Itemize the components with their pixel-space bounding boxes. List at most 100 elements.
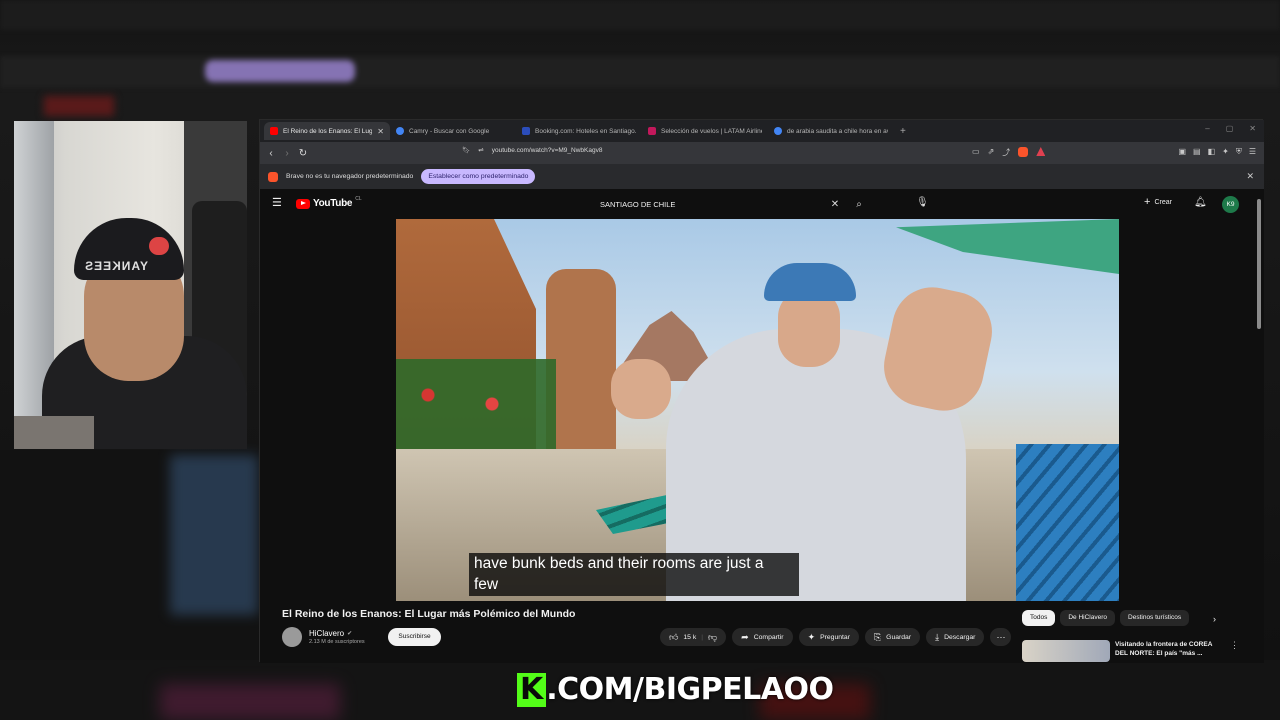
thumbs-down-icon[interactable]: 👎︎ — [708, 632, 717, 643]
extensions-icon[interactable]: ✦ — [1222, 147, 1229, 157]
webcam-cap-logo — [149, 237, 169, 255]
reload-icon[interactable]: ↻ — [295, 148, 311, 159]
brave-rewards-icon[interactable] — [1036, 147, 1046, 156]
tab-booking[interactable]: Booking.com: Hoteles en Santiago. — [516, 122, 642, 140]
blurred-titlebar — [0, 0, 1280, 30]
chip-tourist-destinations[interactable]: Destinos turísticos — [1120, 610, 1190, 626]
tab-latam[interactable]: Selección de vuelos | LATAM Airlines — [642, 122, 768, 140]
youtube-logo[interactable]: YouTube CL — [296, 195, 362, 209]
blurred-thumbnail — [170, 455, 258, 615]
chip-all[interactable]: Todos — [1022, 610, 1056, 626]
minimize-icon[interactable]: – — [1205, 124, 1209, 133]
region-code: CL — [355, 195, 362, 202]
google-favicon-icon — [774, 127, 782, 135]
blurred-pill — [205, 60, 355, 82]
close-tab-icon[interactable]: ✕ — [377, 127, 384, 136]
tab-google[interactable]: Camry - Buscar con Google — [390, 122, 516, 140]
recommended-video[interactable]: Visitando la frontera de COREA DEL NORTE… — [1022, 640, 1239, 662]
search-icon[interactable]: ⌕ — [846, 199, 872, 210]
google-favicon-icon — [396, 127, 404, 135]
url-text: youtube.com/watch?v=M9_NwbKagv8 — [491, 146, 603, 154]
brave-logo-icon — [268, 171, 278, 182]
channel-name: HiClavero — [309, 629, 345, 638]
close-window-icon[interactable]: ✕ — [1249, 124, 1256, 133]
site-settings-icon[interactable]: ⇌ — [478, 146, 483, 154]
new-tab-button[interactable]: + — [894, 126, 906, 137]
scrollbar-thumb[interactable] — [1257, 199, 1261, 329]
channel-info: HiClavero ✔ 2.13 M de suscriptores — [282, 627, 365, 647]
tab-google-search[interactable]: de arabia saudita a chile hora en avi — [768, 122, 894, 140]
share-label: Compartir — [753, 633, 784, 641]
recommended-title[interactable]: Visitando la frontera de COREA DEL NORTE… — [1115, 640, 1225, 662]
recommended-thumbnail[interactable] — [1022, 640, 1110, 662]
chip-from-channel[interactable]: De HiClavero — [1060, 610, 1116, 626]
clear-search-icon[interactable]: ✕ — [824, 199, 846, 210]
youtube-header: ☰ YouTube CL SANTIAGO DE CHILE ✕ ⌕ 🎙︎ + … — [260, 189, 1254, 219]
page-scrollbar[interactable] — [1257, 197, 1262, 663]
download-label: Descargar — [944, 633, 976, 641]
subscribe-button[interactable]: Suscribirse — [388, 628, 441, 646]
thumbs-up-icon: 👍︎ — [669, 631, 679, 642]
brave-shields-icon[interactable] — [1018, 147, 1029, 157]
video-player[interactable]: have bunk beds and their rooms are just … — [396, 219, 1119, 601]
back-icon[interactable]: ‹ — [263, 148, 279, 159]
booking-favicon-icon — [522, 127, 530, 135]
forward-icon[interactable]: › — [279, 148, 295, 159]
search-input[interactable]: SANTIAGO DE CHILE — [590, 200, 824, 209]
channel-name-row[interactable]: HiClavero ✔ — [309, 629, 365, 638]
address-bar: ‹ › ↻ 🔖︎ ⇌ youtube.com/watch?v=M9_NwbKag… — [260, 142, 1264, 164]
create-label: Crear — [1154, 198, 1172, 206]
caption-line-2: few — [474, 575, 499, 593]
video-actions: 👍︎ 15 k | 👎︎ ➦ Compartir ✦ Preguntar ⎘ G… — [660, 628, 1012, 646]
tab-youtube[interactable]: El Reino de los Enanos: El Lug ✕ — [264, 122, 390, 140]
wallet-icon[interactable]: ◧ — [1208, 147, 1216, 157]
more-vertical-icon[interactable]: ⋮ — [1230, 640, 1239, 662]
download-icon: ⤓ — [935, 631, 940, 642]
kick-logo: K — [517, 673, 547, 707]
like-divider: | — [701, 633, 704, 641]
url-field[interactable]: 🔖︎ ⇌ youtube.com/watch?v=M9_NwbKagv8 — [462, 146, 603, 155]
tab-label: Selección de vuelos | LATAM Airlines — [661, 127, 762, 135]
share-button[interactable]: ➦ Compartir — [732, 628, 793, 646]
more-actions-button[interactable]: ⋯ — [990, 628, 1012, 646]
account-avatar[interactable]: K9 — [1222, 196, 1239, 213]
tab-label: El Reino de los Enanos: El Lug — [283, 127, 373, 135]
ask-label: Preguntar — [820, 633, 850, 641]
caption-line-1: have bunk beds and their rooms are just … — [474, 555, 764, 572]
channel-avatar[interactable] — [282, 627, 302, 647]
chevron-right-icon[interactable]: › — [1213, 614, 1216, 624]
like-count: 15 k — [683, 633, 697, 641]
video-scene-hand-left — [611, 359, 671, 419]
sidebar-icon[interactable]: ▣ — [1178, 147, 1186, 157]
maximize-icon[interactable]: ▢ — [1226, 124, 1234, 133]
notifications-bell-icon[interactable]: 🔔︎ — [1194, 197, 1207, 208]
create-button[interactable]: + Crear — [1144, 197, 1172, 208]
cast-icon[interactable]: ▭ — [972, 147, 980, 158]
webcam-feed: YANKEES — [14, 121, 247, 449]
reader-icon[interactable]: ▤ — [1193, 147, 1201, 157]
set-default-button[interactable]: Establecer como predeterminado — [421, 169, 536, 184]
hamburger-menu-icon[interactable]: ☰ — [272, 198, 282, 209]
latam-favicon-icon — [648, 127, 656, 135]
browser-window: El Reino de los Enanos: El Lug ✕ Camry -… — [259, 119, 1264, 663]
ask-button[interactable]: ✦ Preguntar — [798, 628, 859, 646]
save-playlist-icon: ⎘ — [873, 631, 882, 642]
infobar-close-icon[interactable]: ✕ — [1246, 171, 1254, 182]
vpn-icon[interactable]: ⛨ — [1236, 147, 1242, 157]
tab-label: Booking.com: Hoteles en Santiago. — [535, 127, 636, 135]
menu-icon[interactable]: ☰ — [1249, 147, 1256, 157]
share-page-icon[interactable]: ⤴ — [1002, 147, 1010, 158]
tab-label: Camry - Buscar con Google — [409, 127, 490, 135]
like-button[interactable]: 👍︎ 15 k | 👎︎ — [660, 628, 727, 646]
save-button[interactable]: ⎘ Guardar — [864, 628, 921, 646]
youtube-page: ☰ YouTube CL SANTIAGO DE CHILE ✕ ⌕ 🎙︎ + … — [260, 189, 1264, 663]
share-icon[interactable]: ⇗ — [988, 147, 995, 158]
save-label: Guardar — [886, 633, 912, 641]
tab-label: de arabia saudita a chile hora en avi — [787, 127, 888, 135]
microphone-icon[interactable]: 🎙︎ — [916, 197, 929, 208]
download-button[interactable]: ⤓ Descargar — [926, 628, 985, 646]
youtube-favicon-icon — [270, 127, 278, 135]
window-controls: – ▢ ✕ — [1205, 124, 1256, 133]
bookmark-icon[interactable]: 🔖︎ — [462, 146, 470, 154]
channel-text: HiClavero ✔ 2.13 M de suscriptores — [309, 629, 365, 645]
